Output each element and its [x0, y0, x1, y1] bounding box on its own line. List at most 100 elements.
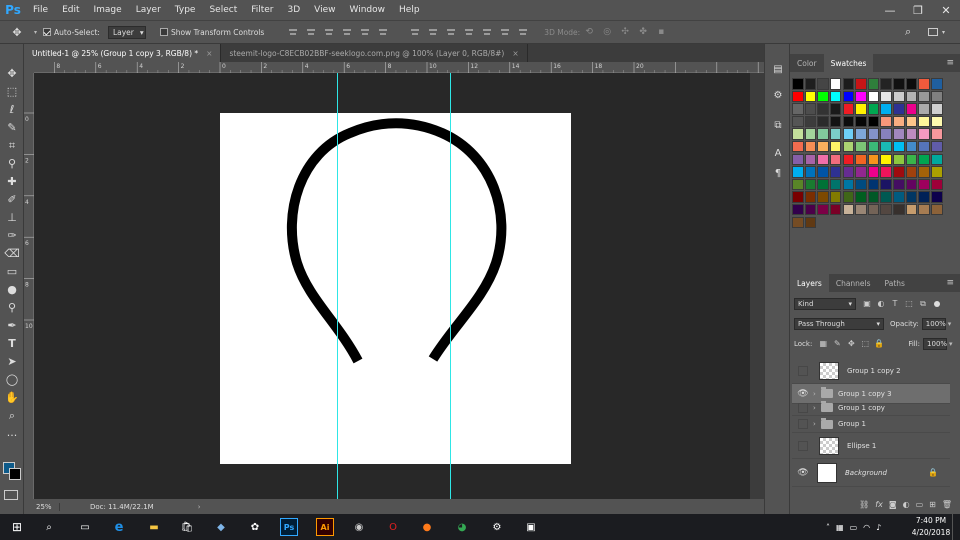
chevron-right-icon[interactable]: › — [813, 420, 821, 428]
app-icon[interactable]: ◉ — [350, 518, 368, 536]
color-swatch[interactable] — [931, 90, 943, 103]
adjustment-icon[interactable]: ◐ — [903, 500, 910, 509]
network-icon[interactable]: ▦ — [836, 523, 844, 532]
3d-rotate-icon[interactable]: ⟲ — [584, 27, 594, 37]
color-swatch[interactable] — [931, 103, 943, 115]
layer-row[interactable]: 👁 Background 🔒 — [792, 459, 950, 487]
kind-filter-dropdown[interactable]: Kind ▾ — [794, 298, 856, 310]
layer-row[interactable]: Ellipse 1 — [792, 433, 950, 459]
color-swatch[interactable] — [918, 203, 930, 216]
color-swatch[interactable] — [880, 191, 892, 203]
chevron-down-icon[interactable]: ▾ — [948, 320, 952, 328]
color-swatch[interactable] — [931, 128, 943, 140]
color-swatch[interactable] — [792, 115, 804, 128]
crop-tool-icon[interactable]: ⌗ — [4, 138, 20, 154]
color-swatch[interactable] — [905, 178, 918, 191]
color-swatch[interactable] — [842, 78, 855, 90]
color-swatch[interactable] — [867, 90, 880, 103]
bulb-outline-shape[interactable] — [220, 113, 571, 464]
eyedropper-tool-icon[interactable]: ⚲ — [4, 156, 20, 172]
color-swatch[interactable] — [893, 203, 905, 216]
color-swatch[interactable] — [804, 216, 817, 229]
color-swatch[interactable] — [842, 153, 855, 166]
layer-row[interactable]: › Group 1 — [792, 416, 950, 433]
color-swatch[interactable] — [918, 78, 930, 90]
menu-filter[interactable]: Filter — [244, 0, 280, 20]
layer-row[interactable]: Group 1 copy 2 — [792, 358, 950, 384]
color-swatch[interactable] — [804, 78, 817, 90]
filter-pixel-icon[interactable]: ▣ — [862, 299, 872, 309]
search-icon[interactable]: ⌕ — [40, 518, 58, 536]
distribute-hcenter-icon[interactable] — [482, 27, 492, 37]
fx-icon[interactable]: fx — [875, 500, 883, 509]
color-swatch[interactable] — [905, 203, 918, 216]
type-tool-icon[interactable]: T — [4, 336, 20, 352]
color-swatch[interactable] — [867, 103, 880, 115]
eye-icon[interactable]: 👁 — [796, 466, 810, 480]
color-swatch[interactable] — [804, 178, 817, 191]
color-swatch[interactable] — [931, 203, 943, 216]
color-swatch[interactable] — [880, 203, 892, 216]
color-swatch[interactable] — [855, 78, 867, 90]
auto-select-dropdown[interactable]: Layer ▾ — [107, 25, 146, 39]
color-swatch[interactable] — [867, 115, 880, 128]
color-swatch[interactable] — [842, 115, 855, 128]
color-swatch[interactable] — [855, 191, 867, 203]
color-swatch[interactable] — [792, 153, 804, 166]
vertical-ruler[interactable]: 0 2 4 6 8 10 — [24, 73, 34, 499]
close-button[interactable]: ✕ — [932, 0, 960, 20]
workspace-icon[interactable] — [928, 28, 938, 36]
blend-mode-dropdown[interactable]: Pass Through ▾ — [794, 318, 884, 330]
menu-window[interactable]: Window — [343, 0, 393, 20]
opera-icon[interactable]: O — [384, 518, 402, 536]
auto-select-checkbox[interactable] — [43, 28, 52, 36]
color-swatch[interactable] — [829, 128, 842, 140]
battery-icon[interactable]: ▭ — [850, 523, 858, 532]
color-swatch[interactable] — [829, 140, 842, 153]
distribute-top-icon[interactable] — [410, 27, 420, 37]
3d-pan-icon[interactable]: ✣ — [620, 27, 630, 37]
distribute-vcenter-icon[interactable] — [428, 27, 438, 37]
color-swatch[interactable] — [905, 153, 918, 166]
opacity-input[interactable]: 100% — [921, 318, 946, 330]
color-swatch[interactable] — [867, 140, 880, 153]
pen-tool-icon[interactable]: ✒ — [4, 318, 20, 334]
color-swatch[interactable] — [817, 115, 829, 128]
color-swatch[interactable] — [829, 103, 842, 115]
hand-tool-icon[interactable]: ✋ — [4, 390, 20, 406]
color-swatch[interactable] — [905, 78, 918, 90]
show-desktop-button[interactable] — [952, 514, 960, 540]
minimize-button[interactable]: — — [876, 0, 904, 20]
chevron-right-icon[interactable]: › — [813, 390, 821, 398]
color-swatch[interactable] — [880, 103, 892, 115]
lock-position-icon[interactable]: ✥ — [846, 339, 856, 349]
color-swatch[interactable] — [931, 140, 943, 153]
color-swatch[interactable] — [893, 128, 905, 140]
marquee-tool-icon[interactable]: ⬚ — [4, 84, 20, 100]
character-panel-icon[interactable]: A — [770, 148, 786, 162]
brush-tool-icon[interactable]: ✐ — [4, 192, 20, 208]
color-swatch[interactable] — [829, 191, 842, 203]
color-swatch[interactable] — [918, 191, 930, 203]
photoshop-taskbar-icon[interactable]: Ps — [280, 518, 298, 536]
color-swatch[interactable] — [880, 115, 892, 128]
color-swatch[interactable] — [804, 166, 817, 178]
fill-input[interactable]: 100% — [923, 338, 947, 350]
canvas-workspace[interactable] — [34, 73, 764, 499]
app-icon[interactable]: ◆ — [212, 518, 230, 536]
chevron-right-icon[interactable]: › — [813, 404, 821, 412]
color-swatch[interactable] — [905, 166, 918, 178]
color-swatch[interactable] — [792, 191, 804, 203]
color-swatch[interactable] — [855, 203, 867, 216]
color-swatch[interactable] — [829, 78, 842, 90]
file-explorer-icon[interactable]: ▬ — [145, 518, 163, 536]
color-swatch[interactable] — [829, 178, 842, 191]
color-swatch[interactable] — [893, 90, 905, 103]
color-swatch[interactable] — [817, 153, 829, 166]
color-swatch[interactable] — [918, 153, 930, 166]
eye-icon[interactable]: 👁 — [796, 387, 810, 401]
distribute-right-icon[interactable] — [500, 27, 510, 37]
lock-transparent-icon[interactable]: ▦ — [818, 339, 828, 349]
filter-type-icon[interactable]: T — [890, 299, 900, 309]
color-swatch[interactable] — [842, 166, 855, 178]
